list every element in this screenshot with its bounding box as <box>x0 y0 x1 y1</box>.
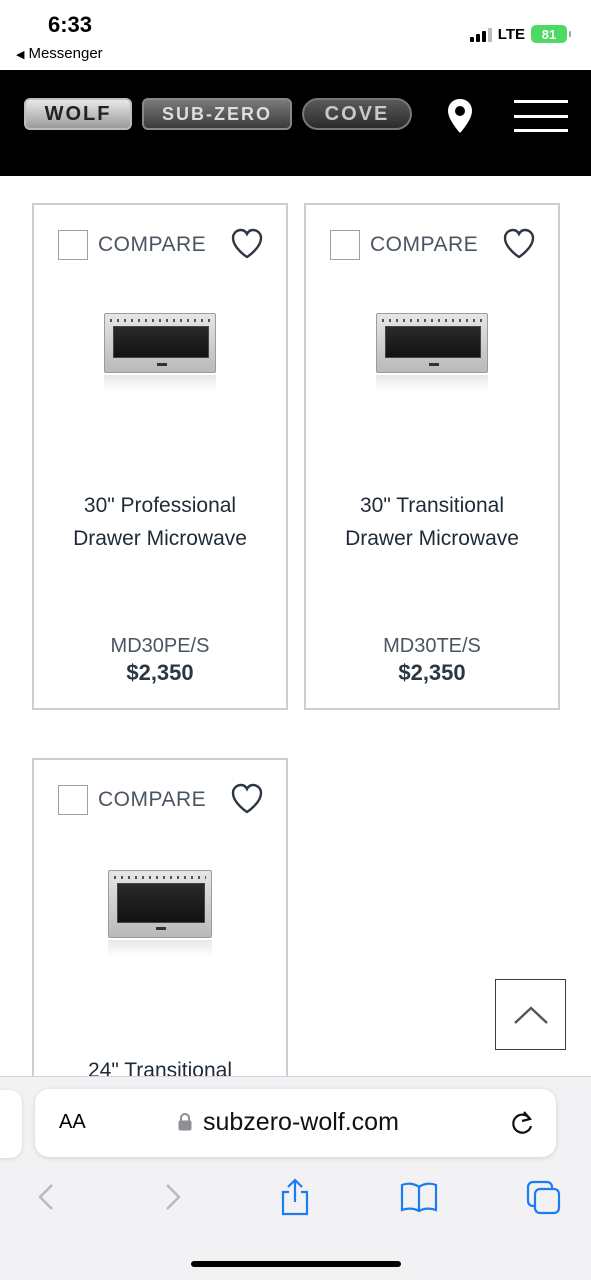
product-model: MD30PE/S <box>110 635 210 657</box>
product-title-line: 30" Professional <box>83 494 237 517</box>
heart-icon[interactable] <box>230 227 264 261</box>
tabs-icon[interactable] <box>523 1177 563 1217</box>
product-price: $2,350 <box>398 660 466 685</box>
product-title[interactable]: 30" Professional Drawer Microwave <box>34 489 286 555</box>
compare-label: COMPARE <box>98 233 207 256</box>
map-pin-icon[interactable] <box>447 98 473 134</box>
previous-tab-preview[interactable] <box>0 1090 22 1158</box>
compare-toggle[interactable]: COMPARE <box>58 785 206 815</box>
compare-toggle[interactable]: COMPARE <box>58 230 206 260</box>
address-bar[interactable]: AA subzero-wolf.com <box>35 1089 556 1157</box>
compare-checkbox[interactable] <box>58 230 88 260</box>
chevron-up-icon <box>513 1005 548 1024</box>
back-icon[interactable] <box>26 1177 66 1217</box>
signal-icon <box>469 27 492 42</box>
compare-label: COMPARE <box>98 788 207 811</box>
hamburger-menu-icon[interactable] <box>514 100 568 132</box>
product-image[interactable] <box>376 313 488 399</box>
product-card[interactable]: COMPARE 30" Transitional Drawer Microwav… <box>304 203 560 710</box>
bookmarks-icon[interactable] <box>399 1177 439 1217</box>
back-app-label: Messenger <box>28 45 103 62</box>
product-title-line: 30" Transitional <box>359 494 505 517</box>
heart-icon[interactable] <box>502 227 536 261</box>
product-card[interactable]: COMPARE 24" Transitional <box>32 758 288 1098</box>
url-text[interactable]: subzero-wolf.com <box>203 1108 399 1137</box>
product-image[interactable] <box>104 313 216 399</box>
site-header: WOLF SUB-ZERO COVE <box>0 70 591 176</box>
compare-checkbox[interactable] <box>58 785 88 815</box>
forward-icon[interactable] <box>153 1177 193 1217</box>
browser-toolbar: AA subzero-wolf.com <box>0 1076 591 1280</box>
compare-label: COMPARE <box>370 233 479 256</box>
text-size-button[interactable]: AA <box>59 1111 86 1134</box>
product-title-line: Drawer Microwave <box>73 527 247 550</box>
network-label: LTE <box>497 25 525 43</box>
battery-icon: 81 <box>531 25 571 43</box>
product-price: $2,350 <box>126 660 194 685</box>
back-to-top-button[interactable] <box>495 979 566 1050</box>
battery-level: 81 <box>541 26 557 42</box>
text-size-label: AA <box>59 1111 86 1133</box>
cove-logo[interactable]: COVE <box>302 98 412 130</box>
product-card[interactable]: COMPARE 30" Professional Drawer Microwav… <box>32 203 288 710</box>
home-indicator <box>191 1261 401 1267</box>
status-indicators: LTE 81 <box>469 25 571 43</box>
compare-toggle[interactable]: COMPARE <box>330 230 478 260</box>
lock-icon <box>178 1113 192 1131</box>
share-icon[interactable] <box>275 1177 315 1217</box>
status-bar: 6:33 ◀ Messenger LTE 81 <box>0 0 591 70</box>
product-model: MD30TE/S <box>383 635 481 657</box>
wolf-logo[interactable]: WOLF <box>24 98 132 130</box>
reload-icon[interactable] <box>509 1109 535 1137</box>
back-to-app-link[interactable]: ◀ Messenger <box>16 45 103 62</box>
heart-icon[interactable] <box>230 782 264 816</box>
compare-checkbox[interactable] <box>330 230 360 260</box>
back-triangle-icon: ◀ <box>16 49 25 61</box>
product-title[interactable]: 30" Transitional Drawer Microwave <box>306 489 558 555</box>
subzero-logo[interactable]: SUB-ZERO <box>142 98 292 130</box>
product-title-line: Drawer Microwave <box>345 527 519 550</box>
product-image[interactable] <box>108 870 212 956</box>
status-time: 6:33 <box>48 12 93 37</box>
